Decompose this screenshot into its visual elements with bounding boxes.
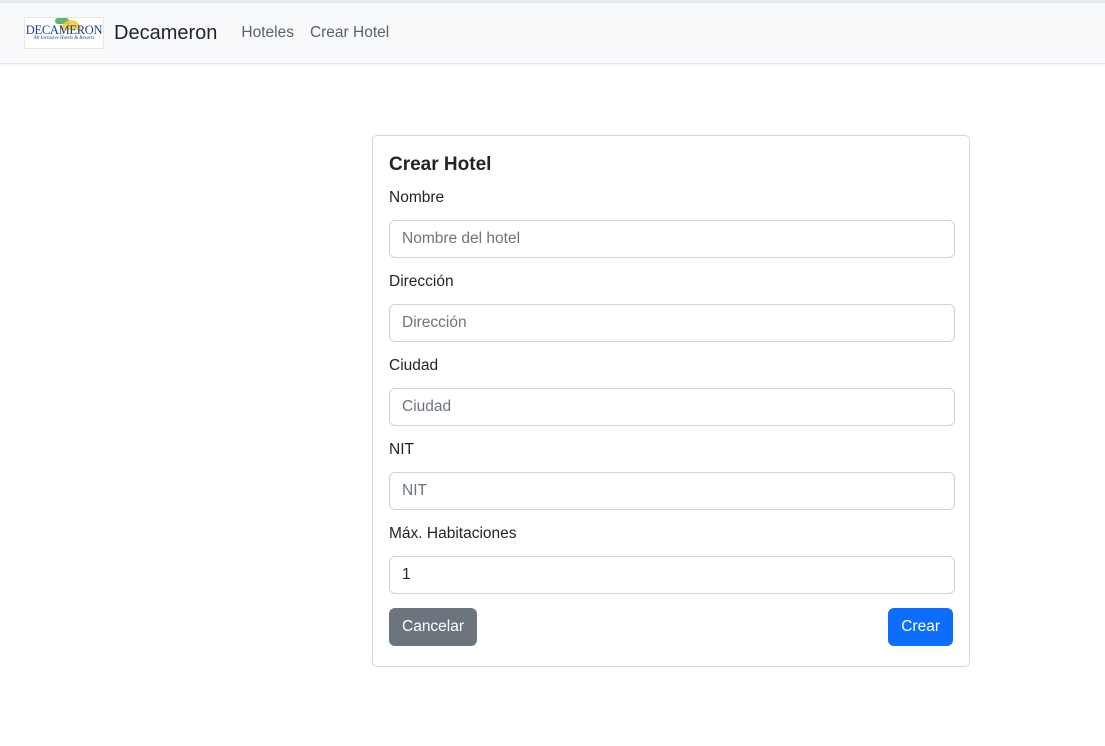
direccion-input[interactable] bbox=[389, 304, 955, 342]
nav-links: Hoteles Crear Hotel bbox=[241, 24, 405, 42]
ciudad-input[interactable] bbox=[389, 388, 955, 426]
field-group-direccion: Dirección bbox=[389, 272, 955, 342]
field-group-nit: NIT bbox=[389, 440, 955, 510]
max-habitaciones-input[interactable] bbox=[389, 556, 955, 594]
navbar-brand[interactable]: DECAMERON All Inclusive Hotels & Resorts… bbox=[24, 17, 217, 49]
navbar: DECAMERON All Inclusive Hotels & Resorts… bbox=[0, 3, 1105, 64]
nit-input[interactable] bbox=[389, 472, 955, 510]
create-hotel-card: Crear Hotel Nombre Dirección Ciudad NIT … bbox=[372, 135, 970, 667]
cancel-button[interactable]: Cancelar bbox=[389, 608, 478, 646]
field-group-nombre: Nombre bbox=[389, 188, 955, 258]
logo-wordmark: DECAMERON bbox=[25, 23, 103, 37]
brand-name: Decameron bbox=[114, 21, 218, 44]
field-group-ciudad: Ciudad bbox=[389, 356, 955, 426]
nit-label: NIT bbox=[389, 441, 414, 458]
max-habitaciones-label: Máx. Habitaciones bbox=[389, 525, 517, 542]
decameron-logo: DECAMERON All Inclusive Hotels & Resorts bbox=[24, 17, 104, 49]
nav-link-hoteles[interactable]: Hoteles bbox=[241, 24, 294, 42]
nombre-input[interactable] bbox=[389, 220, 955, 258]
direccion-label: Dirección bbox=[389, 273, 454, 290]
nombre-label: Nombre bbox=[389, 189, 445, 206]
ciudad-label: Ciudad bbox=[389, 357, 439, 374]
form-title: Crear Hotel bbox=[389, 154, 492, 175]
field-group-max-habitaciones: Máx. Habitaciones bbox=[389, 524, 955, 594]
form-actions: Cancelar Crear bbox=[389, 608, 953, 646]
nav-link-crear-hotel[interactable]: Crear Hotel bbox=[310, 24, 389, 42]
create-button[interactable]: Crear bbox=[888, 608, 953, 646]
logo-tagline: All Inclusive Hotels & Resorts bbox=[33, 36, 95, 41]
